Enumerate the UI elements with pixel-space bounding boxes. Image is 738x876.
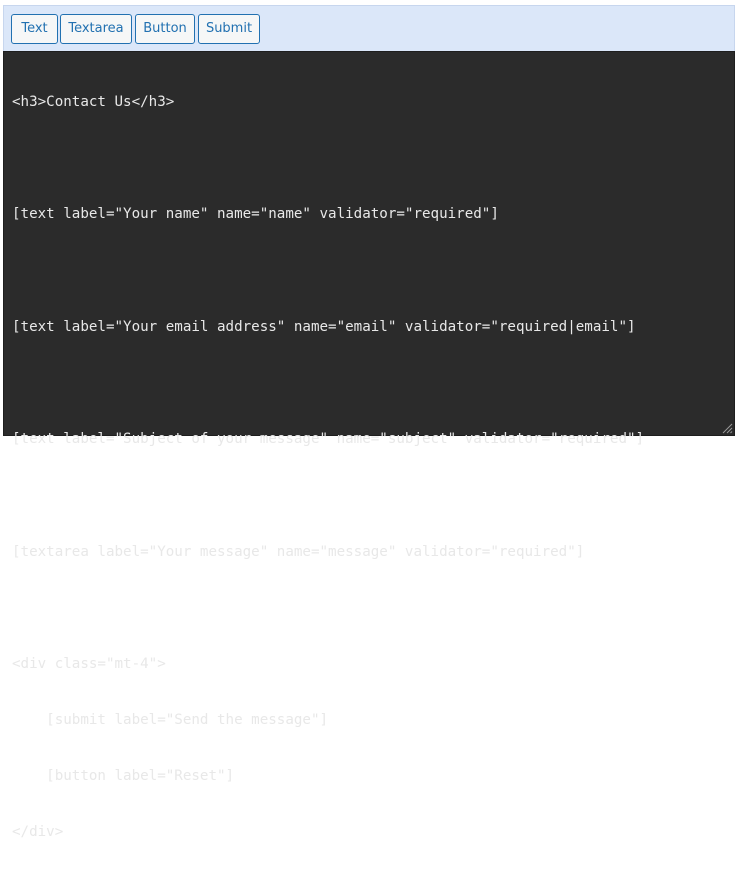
insert-submit-button[interactable]: Submit (198, 14, 260, 44)
code-line: [text label="Subject of your message" na… (12, 431, 645, 448)
shortcode-editor: Text Textarea Button Submit <h3>Contact … (3, 5, 735, 840)
insert-button-button[interactable]: Button (135, 14, 195, 44)
code-line: [textarea label="Your message" name="mes… (12, 543, 585, 560)
code-content[interactable]: <h3>Contact Us</h3> [text label="Your na… (12, 58, 644, 876)
code-textarea[interactable]: <h3>Contact Us</h3> [text label="Your na… (3, 51, 735, 840)
insert-text-button[interactable]: Text (11, 14, 58, 44)
code-line: [text label="Your email address" name="e… (12, 318, 636, 335)
code-line: [text label="Your name" name="name" vali… (12, 206, 499, 223)
code-line: [submit label="Send the message"] (12, 712, 329, 729)
insert-textarea-button[interactable]: Textarea (60, 14, 132, 44)
code-line: <div class="mt-4"> (12, 655, 166, 672)
code-line: </div> (12, 824, 64, 841)
resize-grip-icon[interactable] (721, 422, 733, 434)
code-line: <h3>Contact Us</h3> (12, 94, 175, 110)
code-line: [button label="Reset"] (12, 768, 235, 785)
editor-toolbar: Text Textarea Button Submit (3, 5, 735, 51)
